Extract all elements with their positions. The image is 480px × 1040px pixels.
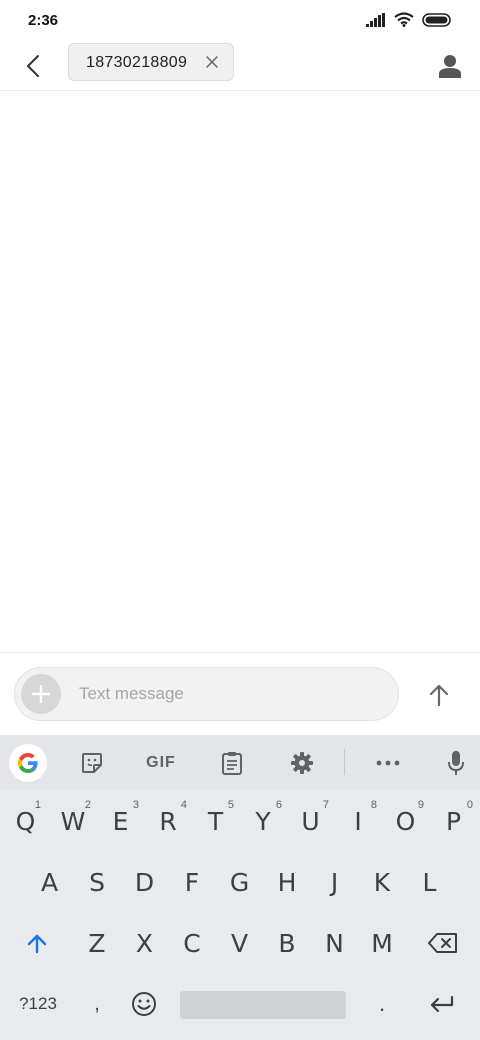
google-g-icon: [18, 753, 38, 773]
conversation-area: [0, 91, 480, 652]
key-label: T: [207, 806, 224, 836]
wifi-icon: [394, 12, 414, 32]
sticker-button[interactable]: [74, 745, 110, 781]
signal-icon: [366, 12, 386, 32]
key-z[interactable]: Z: [73, 915, 121, 971]
arrow-up-icon: [429, 684, 449, 707]
key-o[interactable]: O 9: [382, 793, 429, 849]
key-hint: 3: [132, 799, 139, 811]
sticker-icon: [82, 753, 102, 773]
voice-input-button[interactable]: [438, 745, 474, 781]
key-label: Q: [15, 806, 36, 836]
key-e[interactable]: E 3: [97, 793, 144, 849]
key-hint: 6: [275, 799, 282, 811]
comma-key[interactable]: ,: [74, 976, 120, 1032]
key-b[interactable]: B: [263, 915, 311, 971]
key-d[interactable]: D: [121, 854, 168, 910]
key-l[interactable]: L: [406, 854, 453, 910]
app-bar: 18730218809: [0, 42, 480, 91]
key-label: E: [112, 806, 129, 836]
person-icon: [439, 55, 461, 78]
key-t[interactable]: T 5: [192, 793, 239, 849]
key-r[interactable]: R 4: [144, 793, 192, 849]
status-bar: 2:36: [0, 0, 480, 42]
key-h[interactable]: H: [263, 854, 311, 910]
mic-icon: [448, 751, 464, 775]
attach-button[interactable]: [21, 674, 61, 714]
recipient-chip[interactable]: 18730218809: [68, 43, 234, 81]
google-search-button[interactable]: [9, 744, 47, 782]
more-button[interactable]: [370, 745, 406, 781]
key-hint: 5: [227, 799, 234, 811]
keyboard: G I F Q 1 W 2 E 3 R 4 T 5 Y 6 U 7 I 8 O 9 …: [0, 735, 480, 1040]
key-label: R: [159, 806, 177, 836]
period-key[interactable]: .: [360, 976, 404, 1032]
emoji-icon: [132, 992, 156, 1016]
gear-icon: [291, 752, 313, 774]
battery-icon: [422, 12, 452, 32]
key-m[interactable]: M: [358, 915, 406, 971]
emoji-key[interactable]: [120, 976, 168, 1032]
key-p[interactable]: P 0: [429, 793, 478, 849]
plus-icon: [31, 684, 51, 704]
key-g[interactable]: G: [216, 854, 263, 910]
key-w[interactable]: W 2: [49, 793, 97, 849]
gif-button[interactable]: GIF: [140, 745, 182, 781]
key-hint: 4: [180, 799, 187, 811]
key-i[interactable]: I 8: [334, 793, 382, 849]
shift-key[interactable]: [2, 915, 72, 971]
key-hint: 1: [34, 799, 41, 811]
space-key[interactable]: [180, 991, 346, 1019]
back-button[interactable]: [18, 50, 50, 82]
key-hint: 8: [370, 799, 377, 811]
key-f[interactable]: F: [168, 854, 216, 910]
compose-area: [0, 652, 480, 736]
backspace-key[interactable]: [408, 915, 478, 971]
message-input[interactable]: [79, 681, 379, 707]
contact-button[interactable]: [434, 50, 466, 82]
key-hint: 7: [322, 799, 329, 811]
send-button[interactable]: [421, 677, 457, 713]
key-n[interactable]: N: [311, 915, 358, 971]
key-label: P: [445, 806, 462, 836]
recipient-number: 18730218809: [86, 54, 188, 71]
shift-icon: [27, 934, 47, 954]
enter-icon: [430, 995, 454, 1013]
close-icon[interactable]: [205, 55, 219, 69]
status-icons: [366, 12, 452, 32]
gif-label: GIF: [146, 754, 176, 771]
key-y[interactable]: Y 6: [239, 793, 287, 849]
key-hint: 0: [466, 799, 473, 811]
settings-button[interactable]: [284, 745, 320, 781]
key-label: O: [395, 806, 416, 836]
clipboard-button[interactable]: [214, 745, 250, 781]
more-horizontal-icon: [376, 760, 400, 766]
key-x[interactable]: X: [121, 915, 168, 971]
symbols-key[interactable]: ?123: [2, 976, 74, 1032]
enter-key[interactable]: [406, 976, 478, 1032]
key-hint: 2: [84, 799, 91, 811]
key-label: Y: [255, 806, 271, 836]
back-arrow-icon: [27, 55, 39, 77]
compose-box: [14, 667, 399, 721]
key-s[interactable]: S: [73, 854, 121, 910]
clipboard-icon: [222, 752, 242, 775]
key-a[interactable]: A: [26, 854, 73, 910]
key-v[interactable]: V: [216, 915, 263, 971]
toolbar-divider: [344, 749, 345, 775]
key-label: I: [354, 806, 362, 836]
key-label: U: [301, 806, 320, 836]
key-c[interactable]: C: [168, 915, 216, 971]
backspace-icon: [428, 933, 457, 953]
key-hint: 9: [417, 799, 424, 811]
key-j[interactable]: J: [311, 854, 358, 910]
keyboard-toolbar: GIF: [0, 735, 480, 790]
status-time: 2:36: [28, 12, 59, 29]
key-k[interactable]: K: [358, 854, 406, 910]
key-label: W: [60, 806, 86, 836]
key-u[interactable]: U 7: [287, 793, 334, 849]
key-q[interactable]: Q 1: [2, 793, 49, 849]
